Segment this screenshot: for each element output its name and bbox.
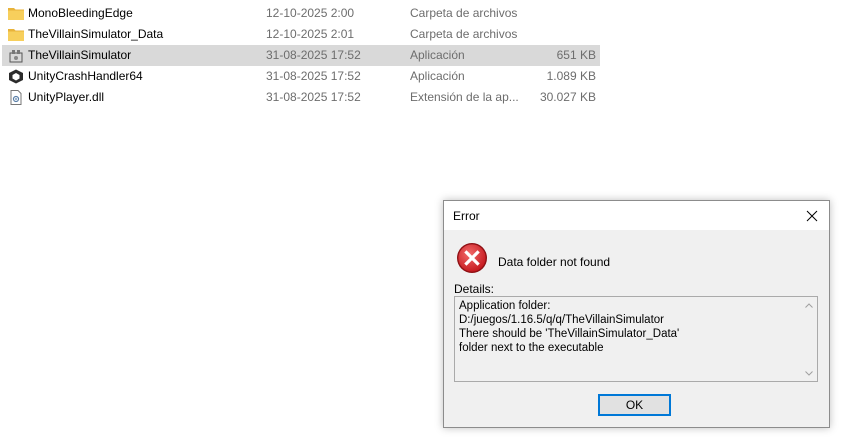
file-row[interactable]: UnityCrashHandler64 31-08-2025 17:52 Apl… [2, 66, 600, 87]
file-type: Carpeta de archivos [410, 27, 518, 41]
app-icon [9, 50, 23, 63]
dll-icon [10, 90, 22, 105]
file-row[interactable]: TheVillainSimulator_Data 12-10-2025 2:01… [2, 24, 600, 45]
close-button[interactable] [795, 201, 829, 230]
chevron-up-icon [805, 302, 813, 308]
details-text: Application folder: D:/juegos/1.16.5/q/q… [459, 300, 680, 354]
file-size: 1.089 KB [546, 69, 596, 83]
file-name: TheVillainSimulator [28, 48, 132, 62]
details-label: Details: [454, 282, 495, 296]
folder-icon [8, 29, 24, 41]
file-date: 12-10-2025 2:01 [266, 27, 355, 41]
file-name: MonoBleedingEdge [28, 6, 133, 20]
dialog-titlebar[interactable]: Error [444, 201, 829, 230]
file-size: 30.027 KB [539, 90, 596, 104]
chevron-down-icon [805, 370, 813, 376]
file-row-selected[interactable]: TheVillainSimulator 31-08-2025 17:52 Apl… [2, 45, 600, 66]
file-type: Extensión de la ap... [410, 90, 519, 104]
details-scrollbar[interactable] [801, 297, 817, 381]
file-date: 31-08-2025 17:52 [266, 90, 361, 104]
error-icon [457, 243, 487, 273]
scroll-down-button[interactable] [801, 365, 817, 381]
file-row[interactable]: MonoBleedingEdge 12-10-2025 2:00 Carpeta… [2, 3, 600, 24]
folder-icon [8, 8, 24, 20]
file-name: UnityPlayer.dll [28, 90, 105, 104]
dialog-title: Error [453, 209, 480, 223]
error-message: Data folder not found [498, 255, 611, 269]
error-dialog: Error Data folder not found Details: App… [443, 200, 830, 428]
unity-icon [9, 69, 23, 84]
scroll-up-button[interactable] [801, 297, 817, 313]
close-icon [806, 210, 818, 221]
file-name: TheVillainSimulator_Data [28, 27, 164, 41]
file-row[interactable]: UnityPlayer.dll 31-08-2025 17:52 Extensi… [2, 87, 600, 108]
file-type: Aplicación [410, 48, 465, 62]
file-date: 31-08-2025 17:52 [266, 48, 361, 62]
file-date: 31-08-2025 17:52 [266, 69, 361, 83]
details-textbox[interactable]: Application folder: D:/juegos/1.16.5/q/q… [454, 296, 818, 382]
file-name: UnityCrashHandler64 [28, 69, 143, 83]
file-date: 12-10-2025 2:00 [266, 6, 355, 20]
file-size: 651 KB [556, 48, 596, 62]
ok-button[interactable]: OK [598, 394, 671, 416]
file-type: Carpeta de archivos [410, 6, 518, 20]
file-type: Aplicación [410, 69, 465, 83]
